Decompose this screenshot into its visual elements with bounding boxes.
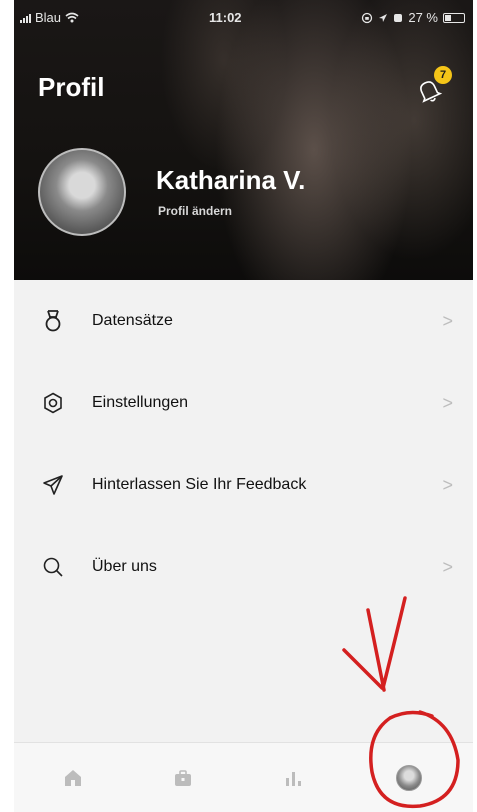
medal-icon [40, 308, 66, 334]
tab-home[interactable] [56, 761, 90, 795]
alarm-icon [394, 13, 403, 22]
tab-statistics[interactable] [276, 761, 310, 795]
menu-item-feedback[interactable]: Hinterlassen Sie Ihr Feedback > [14, 444, 473, 526]
menu-item-datensaetze[interactable]: Datensätze > [14, 280, 473, 362]
tab-profile[interactable] [392, 761, 426, 795]
status-time: 11:02 [209, 10, 242, 25]
search-icon [40, 554, 66, 580]
chevron-right-icon: > [442, 392, 453, 413]
status-bar: Blau 11:02 27 % [14, 0, 473, 36]
send-icon [40, 472, 66, 498]
menu-item-ueber-uns[interactable]: Über uns > [14, 526, 473, 608]
battery-percent: 27 % [408, 10, 438, 25]
menu-item-label: Über uns [92, 558, 157, 575]
tab-workouts[interactable] [166, 761, 200, 795]
notification-badge: 7 [434, 66, 452, 84]
menu-item-einstellungen[interactable]: Einstellungen > [14, 362, 473, 444]
battery-icon [443, 12, 465, 23]
lock-rotation-icon [362, 12, 373, 23]
page-title: Profil [38, 72, 105, 102]
home-icon [65, 770, 81, 786]
bar-chart-icon [286, 772, 301, 786]
menu-item-label: Datensätze [92, 312, 173, 329]
profile-avatar-small [396, 765, 422, 791]
menu-item-label: Hinterlassen Sie Ihr Feedback [92, 476, 307, 493]
briefcase-icon [175, 770, 191, 786]
wifi-icon [65, 12, 79, 23]
edit-profile-link[interactable]: Profil ändern [158, 204, 232, 218]
menu-item-label: Einstellungen [92, 394, 189, 411]
settings-gear-icon [40, 390, 66, 416]
profile-screen: Blau 11:02 27 % Profil 7 Katharina V. Pr… [14, 0, 473, 812]
chevron-right-icon: > [442, 556, 453, 577]
status-right: 27 % [361, 10, 465, 25]
chevron-right-icon: > [442, 310, 453, 331]
location-icon [379, 13, 388, 22]
user-name: Katharina V. [156, 165, 306, 195]
chevron-right-icon: > [442, 474, 453, 495]
bottom-tab-bar [14, 742, 473, 812]
carrier-info: Blau [20, 10, 79, 25]
profile-menu: Datensätze > Einstellungen > Hinterlasse… [14, 280, 473, 608]
profile-header: Blau 11:02 27 % Profil 7 Katharina V. Pr… [14, 0, 473, 280]
profile-avatar[interactable] [38, 148, 126, 236]
signal-icon [20, 13, 31, 23]
carrier-name: Blau [35, 10, 62, 25]
